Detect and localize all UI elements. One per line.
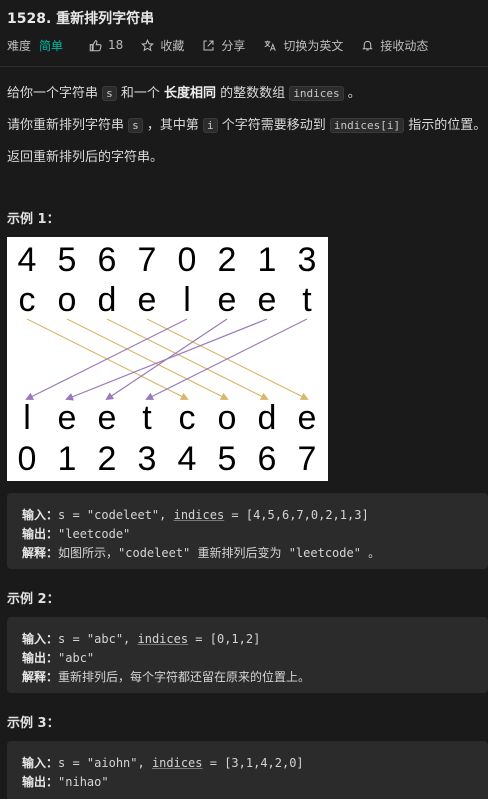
favorite-label: 收藏 (160, 38, 185, 53)
top-index-label: 0 (178, 241, 197, 279)
bottom-index-label: 5 (218, 440, 237, 478)
move-arrow (65, 318, 268, 401)
bottom-index-label: 4 (178, 440, 197, 478)
subscribe-button[interactable]: 接收动态 (361, 37, 428, 54)
bold-text: 长度相同 (164, 86, 217, 101)
top-char-label: e (138, 281, 157, 319)
switch-language-button[interactable]: 切换为英文 (263, 37, 343, 54)
example-3-title: 示例 3： (7, 716, 60, 731)
thumbs-up-icon (89, 39, 102, 51)
top-char-label: d (98, 281, 117, 319)
example-3-output: 输出："nihao" (22, 775, 109, 789)
problem-meta-bar: 难度 简单 18 收藏 分享 切换为英文 接收动态 (7, 37, 446, 53)
example-1-code-block: 输入：s = "codeleet", indices = [4,5,6,7,0,… (7, 493, 488, 569)
top-char-label: e (218, 281, 237, 319)
example-2-input: 输入：s = "abc", indices = [0,1,2] (22, 632, 261, 646)
translate-icon (264, 40, 277, 51)
example-2-output: 输出："abc" (22, 651, 95, 665)
bottom-index-label: 7 (298, 440, 317, 478)
bottom-index-label: 1 (58, 440, 77, 478)
top-char-label: e (258, 281, 277, 319)
star-icon (141, 38, 155, 51)
inline-code: i (203, 118, 218, 133)
move-arrow (66, 318, 229, 400)
description-paragraph-3: 返回重新排列后的字符串。 (7, 150, 164, 165)
share-button[interactable]: 分享 (202, 37, 245, 54)
top-index-label: 6 (98, 241, 117, 279)
inline-code: s (102, 86, 117, 101)
example-1-output: 输出："leetcode" (22, 527, 131, 541)
top-char-label: c (19, 281, 36, 319)
like-button[interactable]: 18 (89, 38, 123, 52)
bottom-index-label: 2 (98, 440, 117, 478)
bottom-char-label: e (98, 399, 117, 437)
top-index-label: 3 (298, 241, 317, 279)
example-2-explanation: 解释：重新排列后，每个字符都还留在原来的位置上。 (22, 670, 311, 684)
top-index-label: 7 (138, 241, 157, 279)
example-2-title: 示例 2： (7, 592, 60, 607)
header-divider (0, 66, 488, 67)
top-index-label: 5 (58, 241, 77, 279)
description-paragraph-2: 请你重新排列字符串 s ，其中第 i 个字符需要移动到 indices[i] 指… (7, 118, 487, 133)
bottom-char-label: c (179, 399, 196, 437)
like-count: 18 (108, 38, 124, 52)
example-1-title: 示例 1： (7, 212, 60, 227)
inline-code: indices[i] (329, 118, 405, 133)
bottom-index-label: 6 (258, 440, 277, 478)
favorite-button[interactable]: 收藏 (141, 37, 184, 54)
top-index-label: 1 (258, 241, 277, 279)
switch-language-label: 切换为英文 (283, 38, 344, 53)
bottom-char-label: e (58, 399, 77, 437)
inline-code: indices (289, 86, 344, 101)
bottom-index-label: 3 (138, 440, 157, 478)
top-index-label: 2 (218, 241, 237, 279)
bottom-char-label: o (218, 399, 237, 437)
move-arrow (106, 318, 269, 400)
example-2-code-block: 输入：s = "abc", indices = [0,1,2] 输出："abc"… (7, 617, 488, 693)
top-index-label: 4 (18, 241, 37, 279)
problem-title: 1528. 重新排列字符串 (7, 11, 155, 27)
bell-icon (362, 40, 374, 50)
subscribe-label: 接收动态 (380, 38, 429, 53)
difficulty-badge: 简单 (39, 38, 64, 53)
example-1-figure: 45670213codeleetleetcode01234567 (7, 237, 328, 481)
rearrange-diagram: 4 5 6 7 0 2 1 3c o d e l e e tl e e t c o d e0 1 2 3 4 5 6 7 (18, 241, 317, 478)
bottom-char-label: l (23, 399, 31, 437)
example-1-input: 输入：s = "codeleet", indices = [4,5,6,7,0,… (22, 508, 369, 522)
share-label: 分享 (221, 38, 246, 53)
bottom-index-label: 0 (18, 440, 37, 478)
bottom-char-label: t (142, 399, 152, 437)
example-1-explanation: 解释：如图所示，"codeleet" 重新排列后变为 "leetcode" 。 (22, 546, 381, 560)
difficulty-label: 难度 (7, 38, 32, 53)
bottom-char-label: d (258, 399, 277, 437)
bottom-char-label: e (298, 399, 317, 437)
description-paragraph-1: 给你一个字符串 s 和一个 长度相同 的整数数组 indices 。 (7, 86, 361, 101)
top-char-label: l (183, 281, 191, 319)
top-char-label: t (302, 281, 312, 319)
share-icon (203, 40, 214, 50)
inline-code: s (128, 118, 143, 133)
example-3-code-block: 输入：s = "aiohn", indices = [3,1,4,2,0] 输出… (7, 741, 488, 799)
top-char-label: o (58, 281, 77, 319)
example-3-input: 输入：s = "aiohn", indices = [3,1,4,2,0] (22, 756, 304, 770)
